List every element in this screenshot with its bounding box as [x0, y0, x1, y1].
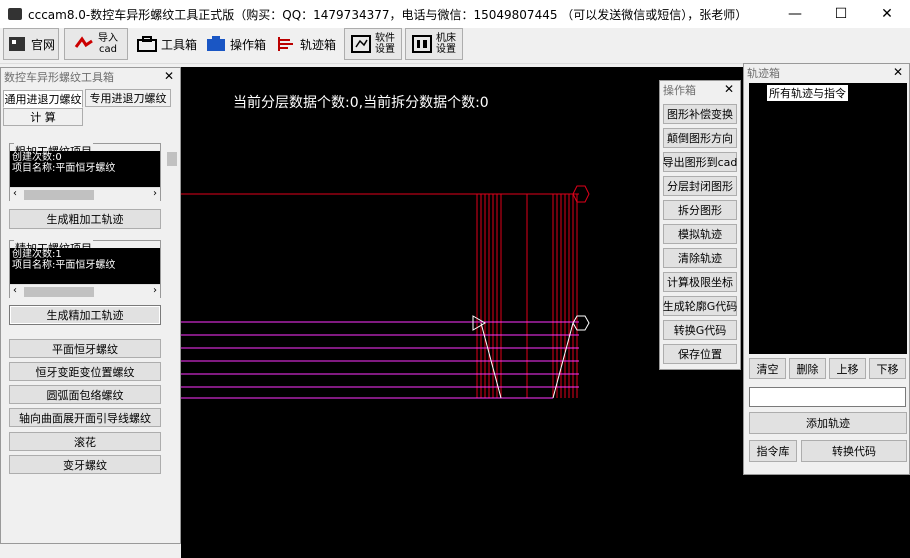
- scroll-left-icon[interactable]: ‹: [13, 188, 17, 199]
- toolbox-icon: [136, 36, 157, 52]
- operation-box-button[interactable]: 操作箱: [203, 28, 269, 60]
- clear-button[interactable]: 清空: [749, 358, 786, 379]
- operation-panel-header[interactable]: 操作箱 ✕: [660, 81, 740, 99]
- finish-project-list[interactable]: 创建次数:1 项目名称:平面恒牙螺纹: [10, 248, 160, 284]
- save-position-button[interactable]: 保存位置: [663, 344, 737, 364]
- scroll-right-icon[interactable]: ›: [153, 188, 157, 199]
- command-library-button[interactable]: 指令库: [749, 440, 797, 462]
- official-site-button[interactable]: 官网: [3, 28, 59, 60]
- knurling-button[interactable]: 滚花: [9, 432, 161, 451]
- scroll-thumb[interactable]: [24, 190, 94, 200]
- scroll-thumb[interactable]: [167, 152, 177, 166]
- add-track-button[interactable]: 添加轨迹: [749, 412, 907, 434]
- track-panel-close-icon[interactable]: ✕: [893, 65, 903, 79]
- rough-project-scrollbar[interactable]: ‹ ›: [10, 187, 160, 201]
- track-box-button[interactable]: 轨迹箱: [273, 28, 339, 60]
- red-profile-lines: [181, 185, 590, 398]
- flat-constant-thread-button[interactable]: 平面恒牙螺纹: [9, 339, 161, 358]
- axial-surface-thread-button[interactable]: 轴向曲面展开面引导线螺纹: [9, 408, 161, 427]
- contour-gcode-button[interactable]: 生成轮廓G代码: [663, 296, 737, 316]
- machine-settings-button[interactable]: 机床 设置: [405, 28, 463, 60]
- scroll-thumb[interactable]: [24, 287, 94, 297]
- close-button[interactable]: ✕: [864, 0, 910, 28]
- operation-panel-close-icon[interactable]: ✕: [724, 82, 734, 96]
- reverse-direction-button[interactable]: 颠倒图形方向: [663, 128, 737, 148]
- window-title: cccam8.0-数控车异形螺纹工具正式版（购买：QQ：1479734377，电…: [28, 7, 748, 22]
- import-cad-icon: [74, 36, 93, 48]
- convert-gcode-button[interactable]: 转换G代码: [663, 320, 737, 340]
- tab-general-thread[interactable]: 通用进退刀螺纹: [3, 90, 83, 108]
- layer-close-button[interactable]: 分层封闭图形: [663, 176, 737, 196]
- finish-project-scrollbar[interactable]: ‹ ›: [10, 284, 160, 298]
- app-icon: [8, 8, 22, 20]
- magenta-pass-lines: [181, 321, 579, 399]
- toolbox-panel-header[interactable]: 数控车异形螺纹工具箱 ✕: [1, 68, 180, 86]
- software-settings-button[interactable]: 软件 设置: [344, 28, 402, 60]
- arc-envelope-thread-button[interactable]: 圆弧面包络螺纹: [9, 385, 161, 404]
- toolbar: 官网 导入 cad 工具箱 操作箱 轨迹箱 软件 设置 机床 设置: [0, 28, 910, 64]
- move-up-button[interactable]: 上移: [829, 358, 866, 379]
- toolbox-panel-title: 数控车异形螺纹工具箱: [4, 71, 114, 84]
- operation-box-label: 操作箱: [229, 37, 266, 52]
- move-down-button[interactable]: 下移: [869, 358, 906, 379]
- convert-code-button[interactable]: 转换代码: [801, 440, 907, 462]
- track-list-item[interactable]: 所有轨迹与指令: [767, 85, 848, 101]
- tab-special-thread[interactable]: 专用进退刀螺纹: [85, 89, 171, 107]
- operation-panel: 操作箱 ✕ 图形补偿变换 颠倒图形方向 导出图形到cad 分层封闭图形 拆分图形…: [659, 80, 741, 370]
- track-panel-header[interactable]: 轨迹箱 ✕: [744, 64, 909, 82]
- official-site-label: 官网: [30, 37, 55, 52]
- import-cad-button[interactable]: 导入 cad: [64, 28, 128, 60]
- track-panel: 轨迹箱 ✕ 所有轨迹与指令 清空 删除 上移 下移 添加轨迹 指令库 转换代码: [743, 63, 910, 475]
- generate-finish-track-button[interactable]: 生成精加工轨迹: [9, 305, 161, 325]
- variable-pitch-thread-button[interactable]: 恒牙变距变位置螺纹: [9, 362, 161, 381]
- toolbox-label: 工具箱: [160, 37, 197, 52]
- toolbox-vertical-scrollbar[interactable]: [165, 150, 179, 542]
- operation-box-icon: [206, 36, 225, 51]
- limit-coords-button[interactable]: 计算极限坐标: [663, 272, 737, 292]
- graphic-compensation-button[interactable]: 图形补偿变换: [663, 104, 737, 124]
- track-input[interactable]: [749, 387, 906, 407]
- generate-rough-track-button[interactable]: 生成粗加工轨迹: [9, 209, 161, 229]
- maximize-button[interactable]: ☐: [818, 0, 864, 28]
- export-cad-button[interactable]: 导出图形到cad: [663, 152, 737, 172]
- canvas-info-text: 当前分层数据个数:0,当前拆分数据个数:0: [233, 95, 489, 111]
- software-settings-label: 软件 设置: [375, 33, 395, 55]
- toolbox-panel: 数控车异形螺纹工具箱 ✕ 通用进退刀螺纹 专用进退刀螺纹 计 算 粗加工螺纹项目…: [0, 67, 181, 544]
- machine-settings-label: 机床 设置: [436, 33, 456, 55]
- tool-profile: [472, 315, 590, 399]
- cad-label: cad: [99, 44, 117, 55]
- software-settings-icon: [351, 35, 371, 53]
- operation-panel-title: 操作箱: [663, 84, 696, 97]
- toolbox-panel-close-icon[interactable]: ✕: [164, 69, 174, 83]
- tab-calculate[interactable]: 计 算: [3, 108, 83, 126]
- clear-track-button[interactable]: 清除轨迹: [663, 248, 737, 268]
- track-panel-title: 轨迹箱: [747, 67, 780, 80]
- toolbox-button[interactable]: 工具箱: [135, 28, 199, 60]
- import-label: 导入: [98, 33, 118, 44]
- rough-project-list[interactable]: 创建次数:0 项目名称:平面恒牙螺纹: [10, 151, 160, 187]
- official-site-icon: [8, 37, 25, 51]
- track-box-label: 轨迹箱: [299, 37, 336, 52]
- track-list[interactable]: 所有轨迹与指令: [749, 83, 907, 354]
- scroll-left-icon[interactable]: ‹: [13, 285, 17, 296]
- title-bar: cccam8.0-数控车异形螺纹工具正式版（购买：QQ：1479734377，电…: [0, 0, 910, 28]
- simulate-track-button[interactable]: 模拟轨迹: [663, 224, 737, 244]
- variable-tooth-thread-button[interactable]: 变牙螺纹: [9, 455, 161, 474]
- scroll-right-icon[interactable]: ›: [153, 285, 157, 296]
- minimize-button[interactable]: —: [772, 0, 818, 28]
- split-graphic-button[interactable]: 拆分图形: [663, 200, 737, 220]
- delete-button[interactable]: 删除: [789, 358, 826, 379]
- track-box-icon: [277, 37, 293, 51]
- machine-settings-icon: [412, 35, 432, 53]
